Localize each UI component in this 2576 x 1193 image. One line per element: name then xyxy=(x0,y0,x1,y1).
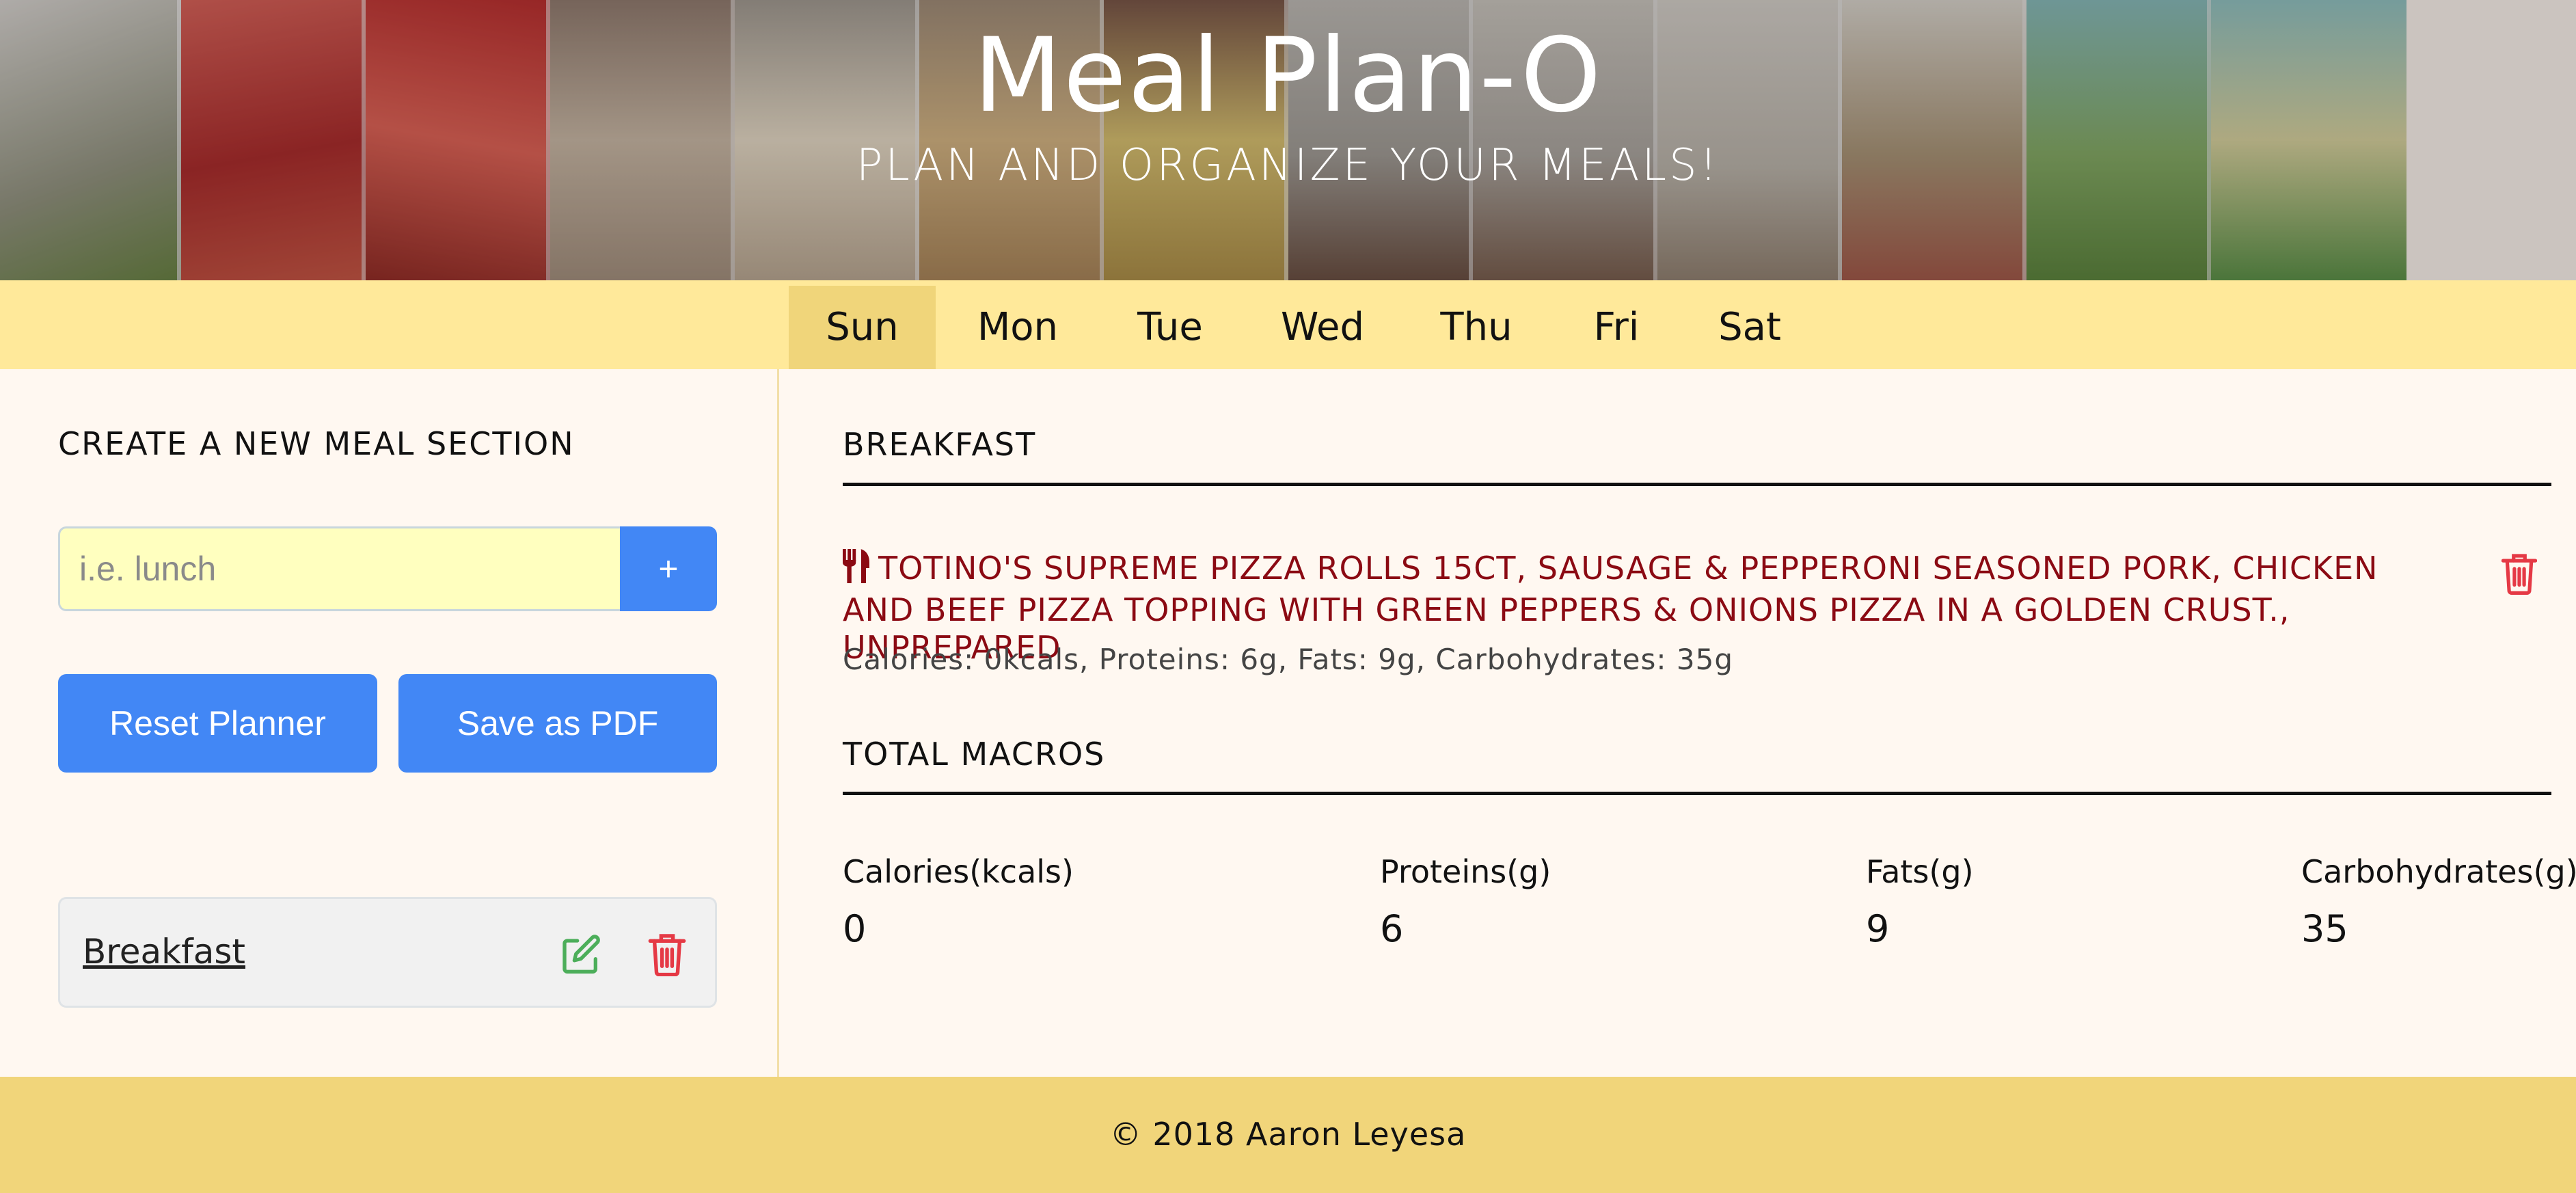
day-tabs: Sun Mon Tue Wed Thu Fri Sat xyxy=(0,280,2576,369)
calories-label: Calories(kcals) xyxy=(843,853,1074,890)
tab-wed[interactable]: Wed xyxy=(1247,286,1398,369)
meal-heading-divider xyxy=(843,483,2551,486)
total-macros-heading: TOTAL MACROS xyxy=(843,736,1106,773)
tab-mon[interactable]: Mon xyxy=(943,286,1093,369)
total-macros-divider xyxy=(843,792,2551,795)
main-content: BREAKFAST TOTINO'S SUPREME PIZZA ROLLS 1… xyxy=(781,369,2576,1077)
tab-sat[interactable]: Sat xyxy=(1675,286,1825,369)
save-pdf-button[interactable]: Save as PDF xyxy=(398,674,717,773)
page-subtitle: PLAN AND ORGANIZE YOUR MEALS! xyxy=(856,140,1720,191)
utensils-icon xyxy=(843,549,871,591)
footer: © 2018 Aaron Leyesa xyxy=(0,1077,2576,1193)
tab-fri[interactable]: Fri xyxy=(1541,286,1692,369)
add-section-button[interactable]: + xyxy=(620,526,717,611)
meal-section-input[interactable] xyxy=(58,526,620,611)
trash-icon[interactable] xyxy=(2501,552,2543,600)
calories-value: 0 xyxy=(843,907,867,950)
food-item-macros: Calories: 0kcals, Proteins: 6g, Fats: 9g… xyxy=(843,643,1733,676)
edit-icon[interactable] xyxy=(557,930,605,978)
proteins-label: Proteins(g) xyxy=(1380,853,1551,890)
carbohydrates-label: Carbohydrates(g) xyxy=(2301,853,2576,890)
create-section-heading: CREATE A NEW MEAL SECTION xyxy=(58,425,575,462)
meal-section-link[interactable]: Breakfast xyxy=(83,932,245,971)
hero-banner: Meal Plan-O PLAN AND ORGANIZE YOUR MEALS… xyxy=(0,0,2576,280)
meal-section-item: Breakfast xyxy=(58,897,717,1008)
sidebar: CREATE A NEW MEAL SECTION + Reset Planne… xyxy=(0,369,779,1077)
fats-value: 9 xyxy=(1866,907,1890,950)
reset-planner-button[interactable]: Reset Planner xyxy=(58,674,377,773)
carbohydrates-value: 35 xyxy=(2301,907,2348,950)
tab-sun[interactable]: Sun xyxy=(789,286,936,369)
meal-heading: BREAKFAST xyxy=(843,426,1037,463)
tab-tue[interactable]: Tue xyxy=(1095,286,1245,369)
tab-thu[interactable]: Thu xyxy=(1401,286,1551,369)
fats-label: Fats(g) xyxy=(1866,853,1974,890)
page-title: Meal Plan-O xyxy=(973,16,1603,135)
trash-icon[interactable] xyxy=(643,930,691,978)
copyright-text: © 2018 Aaron Leyesa xyxy=(1109,1116,1467,1153)
proteins-value: 6 xyxy=(1380,907,1404,950)
